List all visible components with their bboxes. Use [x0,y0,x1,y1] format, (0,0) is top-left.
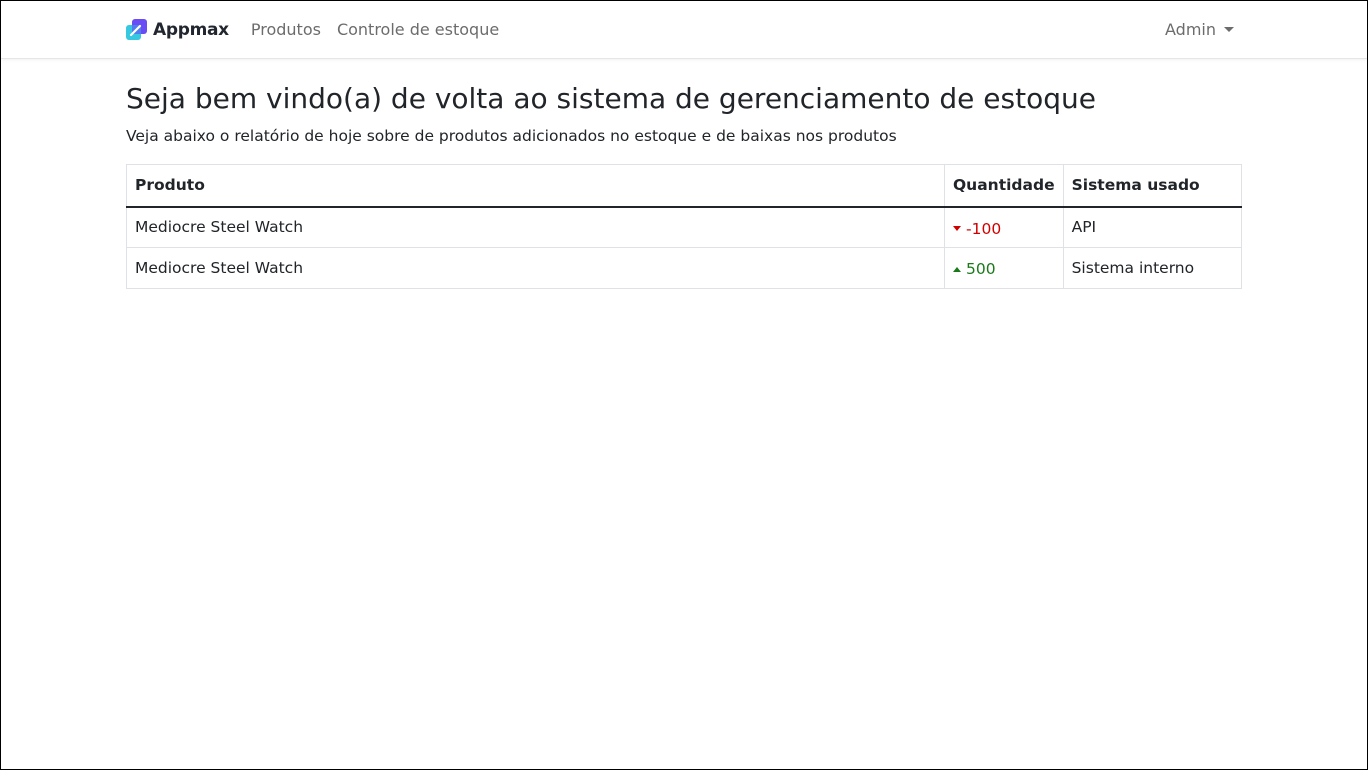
quantity-value: 500 [966,260,996,279]
cell-produto: Mediocre Steel Watch [126,247,945,289]
table-row: Mediocre Steel Watch -100 API [126,206,1243,248]
stock-report-table: Produto Quantidade Sistema usado Mediocr… [126,164,1243,289]
header-quantidade: Quantidade [944,164,1064,208]
triangle-down-icon [953,226,961,231]
quantity-increase: 500 [953,260,996,278]
cell-quantidade: 500 [944,247,1064,289]
triangle-up-icon [953,266,961,272]
main-content: Seja bem vindo(a) de volta ao sistema de… [1,59,1367,289]
cell-sistema: Sistema interno [1062,247,1243,289]
nav-link-produtos[interactable]: Produtos [251,20,321,39]
brand-logo-link[interactable]: Appmax [126,19,229,40]
quantity-value: -100 [966,219,1002,238]
quantity-decrease: -100 [953,220,1001,238]
user-menu-dropdown[interactable]: Admin [1165,20,1234,39]
table-header-row: Produto Quantidade Sistema usado [126,164,1243,208]
nav-link-controle-estoque[interactable]: Controle de estoque [337,20,499,39]
header-produto: Produto [126,164,945,208]
appmax-logo-icon [126,19,147,40]
cell-produto: Mediocre Steel Watch [126,206,945,248]
cell-sistema: API [1062,206,1243,248]
caret-down-icon [1224,27,1234,32]
navbar: Appmax Produtos Controle de estoque Admi… [1,1,1367,59]
user-menu-label: Admin [1165,20,1216,39]
cell-quantidade: -100 [944,206,1064,248]
table-row: Mediocre Steel Watch 500 Sistema interno [126,247,1243,289]
page-subtitle: Veja abaixo o relatório de hoje sobre de… [126,127,897,145]
page-title: Seja bem vindo(a) de volta ao sistema de… [126,82,1096,115]
header-sistema-usado: Sistema usado [1062,164,1243,208]
brand-name: Appmax [153,19,229,40]
